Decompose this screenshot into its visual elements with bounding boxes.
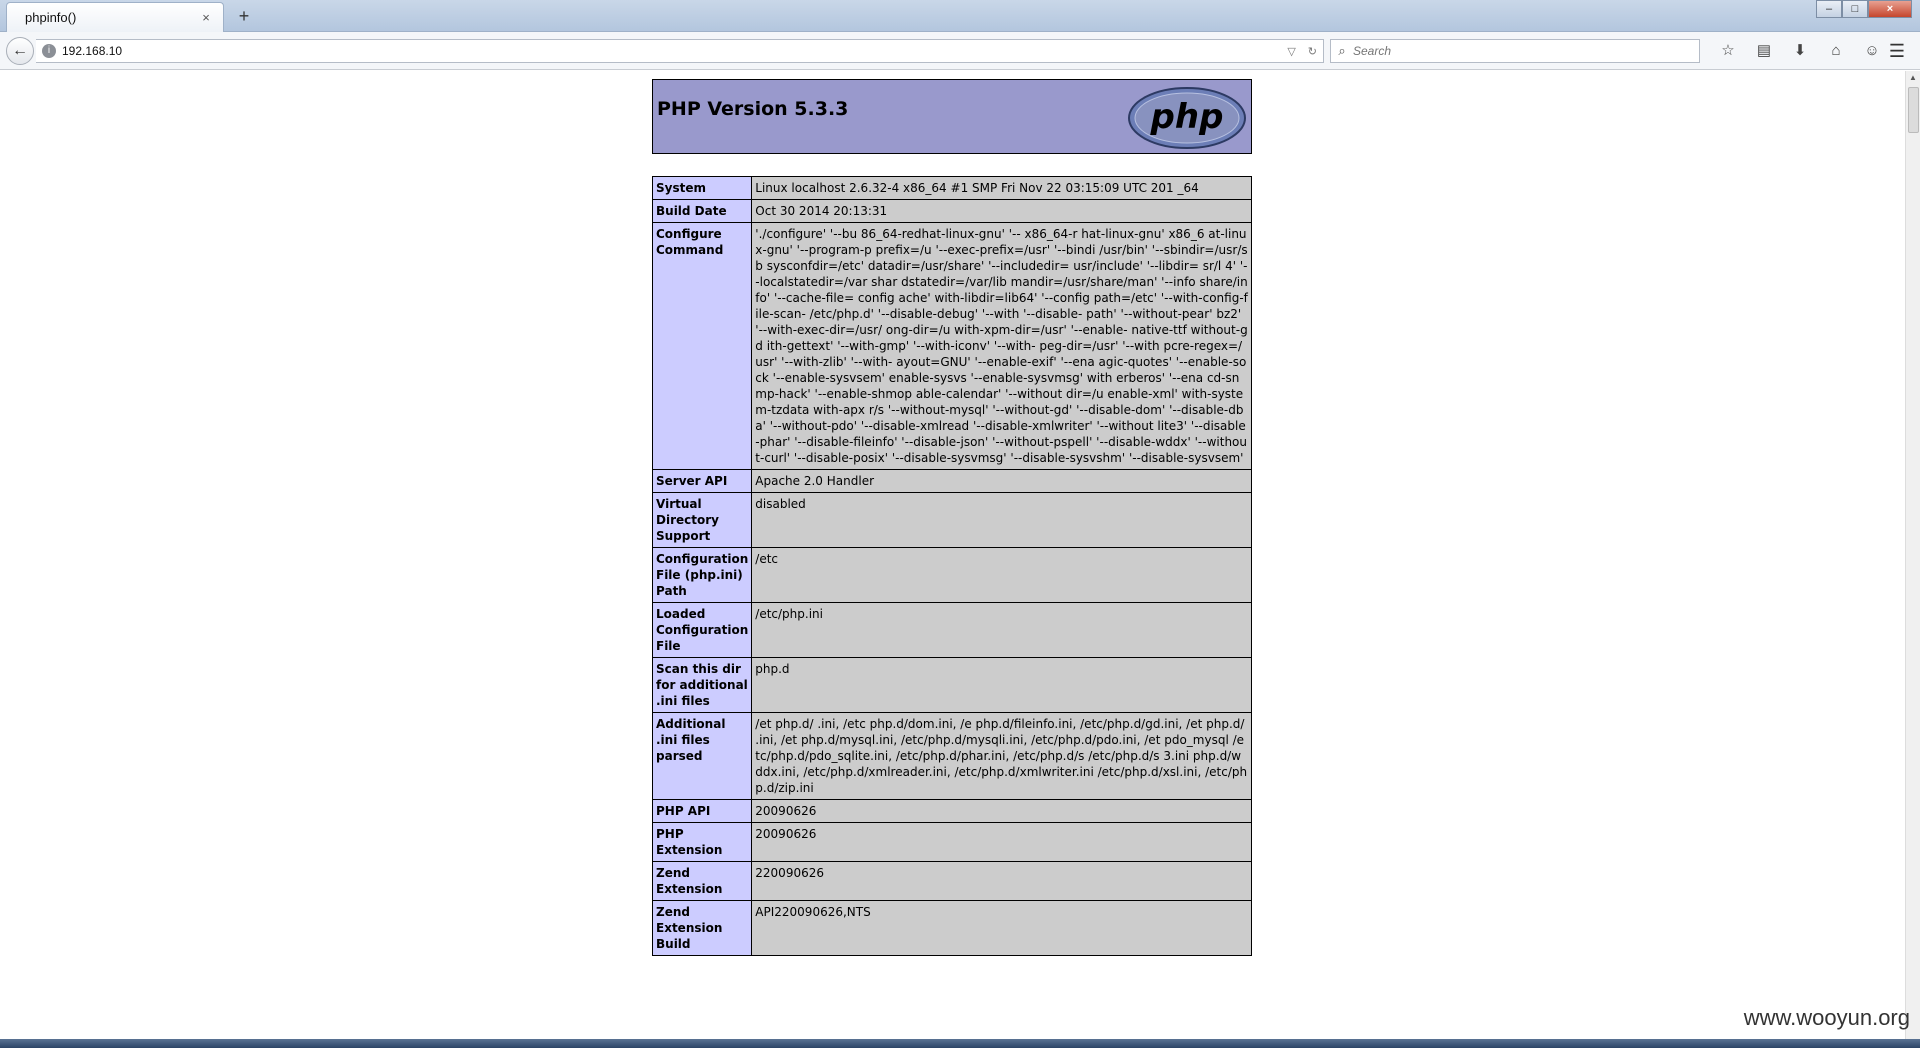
row-value: /et php.d/ .ini, /etc php.d/dom.ini, /e …	[751, 712, 1252, 800]
table-row: Zend Extension Build API220090626,NTS	[651, 900, 1252, 956]
page-viewport: PHP Version 5.3.3 php System Linux local…	[0, 71, 1905, 1039]
search-icon: ⌕	[1338, 43, 1346, 58]
taskbar	[0, 1039, 1920, 1048]
close-icon[interactable]: ×	[197, 10, 215, 25]
table-row: Virtual Directory Support disabled	[651, 492, 1252, 548]
page-title: PHP Version 5.3.3	[657, 98, 849, 120]
table-row: Scan this dir for additional .ini files …	[651, 657, 1252, 713]
php-logo: php	[1128, 87, 1246, 149]
row-value: php.d	[751, 657, 1252, 713]
search-bar[interactable]: ⌕	[1330, 39, 1700, 63]
search-input[interactable]	[1353, 44, 1699, 58]
row-key: Server API	[651, 469, 753, 493]
minimize-icon[interactable]: –	[1816, 0, 1842, 18]
php-logo-text: php	[1150, 97, 1224, 137]
row-value: /etc/php.ini	[751, 602, 1252, 658]
bookmarks-icon[interactable]: ▤	[1746, 39, 1782, 63]
back-button[interactable]: ←	[6, 37, 34, 65]
row-key: Zend Extension Build	[651, 900, 753, 956]
tab-title: phpinfo()	[25, 10, 77, 25]
watermark: www.wooyun.org	[1743, 1005, 1910, 1030]
row-key: Virtual Directory Support	[651, 492, 753, 548]
window-close-icon[interactable]: ×	[1868, 0, 1912, 18]
table-row: PHP Extension 20090626	[651, 822, 1252, 862]
nav-bar: ← i 192.168.10 ▽ ↻ ⌕ ☆ ▤ ⬇ ⌂ ☺ ☰	[0, 32, 1920, 70]
phpinfo-content: PHP Version 5.3.3 php System Linux local…	[651, 79, 1252, 956]
window-controls: – □ ×	[1816, 0, 1912, 18]
row-value: 20090626	[751, 799, 1252, 823]
table-row: Server API Apache 2.0 Handler	[651, 469, 1252, 493]
toolbar-icons: ☆ ▤ ⬇ ⌂ ☺	[1710, 39, 1890, 63]
info-table: System Linux localhost 2.6.32-4 x86_64 #…	[651, 176, 1252, 956]
row-value: 220090626	[751, 861, 1252, 901]
row-key: Configure Command	[651, 222, 753, 470]
row-key: PHP API	[651, 799, 753, 823]
row-key: Additional .ini files parsed	[651, 712, 753, 800]
dropdown-arrow-icon[interactable]: ▽	[1281, 45, 1301, 58]
row-key: Scan this dir for additional .ini files	[651, 657, 753, 713]
scroll-up-arrow-icon[interactable]: ▲	[1906, 71, 1920, 85]
reload-icon[interactable]: ↻	[1302, 45, 1323, 58]
tab-phpinfo[interactable]: phpinfo() ×	[6, 2, 224, 32]
table-row: Configure Command './configure' '--bu 86…	[651, 222, 1252, 470]
row-value: API220090626,NTS	[751, 900, 1252, 956]
table-row: Additional .ini files parsed /et php.d/ …	[651, 712, 1252, 800]
home-icon[interactable]: ⌂	[1818, 39, 1854, 63]
row-value: './configure' '--bu 86_64-redhat-linux-g…	[751, 222, 1252, 470]
row-key: PHP Extension	[651, 822, 753, 862]
row-value: Apache 2.0 Handler	[751, 469, 1252, 493]
row-value: disabled	[751, 492, 1252, 548]
table-row: PHP API 20090626	[651, 799, 1252, 823]
url-text[interactable]: 192.168.10	[62, 44, 1281, 58]
maximize-icon[interactable]: □	[1842, 0, 1868, 18]
arrow-left-icon: ←	[12, 42, 28, 59]
download-icon[interactable]: ⬇	[1782, 39, 1818, 63]
table-row: Zend Extension 220090626	[651, 861, 1252, 901]
row-key: Configuration File (php.ini) Path	[651, 547, 753, 603]
row-key: Loaded Configuration File	[651, 602, 753, 658]
scroll-thumb[interactable]	[1908, 87, 1919, 133]
row-value: 20090626	[751, 822, 1252, 862]
row-key: Build Date	[651, 199, 753, 223]
vertical-scrollbar[interactable]: ▲	[1905, 71, 1920, 1039]
row-key: Zend Extension	[651, 861, 753, 901]
row-value: Linux localhost 2.6.32-4 x86_64 #1 SMP F…	[751, 176, 1252, 200]
table-row: Loaded Configuration File /etc/php.ini	[651, 602, 1252, 658]
row-key: System	[651, 176, 753, 200]
menu-icon[interactable]: ☰	[1882, 39, 1912, 63]
row-value: Oct 30 2014 20:13:31	[751, 199, 1252, 223]
version-header: PHP Version 5.3.3 php	[652, 79, 1252, 154]
table-row: Build Date Oct 30 2014 20:13:31	[651, 199, 1252, 223]
table-row: Configuration File (php.ini) Path /etc	[651, 547, 1252, 603]
tab-strip: phpinfo() × + – □ ×	[0, 0, 1920, 32]
url-bar[interactable]: i 192.168.10 ▽ ↻	[36, 39, 1324, 63]
table-row: System Linux localhost 2.6.32-4 x86_64 #…	[651, 176, 1252, 200]
info-icon[interactable]: i	[42, 44, 56, 58]
row-value: /etc	[751, 547, 1252, 603]
star-icon[interactable]: ☆	[1710, 39, 1746, 63]
new-tab-button[interactable]: +	[232, 4, 256, 28]
